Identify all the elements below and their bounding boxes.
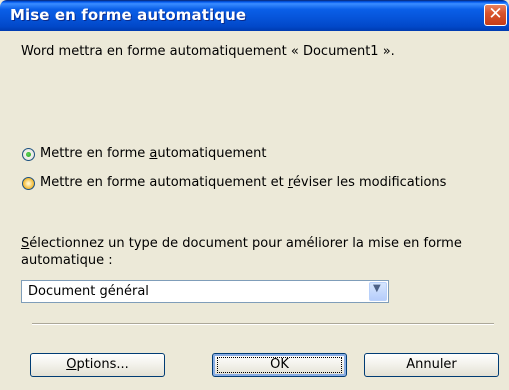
- ok-button-label: OK: [270, 357, 289, 372]
- radio-autoformat-label-post: utomatiquement: [157, 146, 267, 161]
- doc-type-selected-value: Document général: [28, 284, 149, 299]
- radio-review-label-pre: Mettre en forme automatiquement et: [40, 175, 288, 190]
- autoformat-dialog: Mise en forme automatique ✕ Word mettra …: [0, 0, 509, 390]
- options-button-label: Options...: [31, 357, 164, 372]
- doc-type-dropdown-button[interactable]: ▼: [369, 282, 387, 301]
- radio-autoformat[interactable]: [22, 148, 35, 161]
- close-icon: ✕: [488, 4, 503, 24]
- intro-text: Word mettra en forme automatiquement « D…: [21, 44, 395, 59]
- doc-type-prompt-line2: automatique :: [21, 253, 113, 268]
- cancel-button[interactable]: Annuler: [364, 353, 499, 377]
- radio-autoformat-label-pre: Mettre en forme: [40, 146, 150, 161]
- ok-button[interactable]: OK: [212, 353, 347, 377]
- options-button[interactable]: Options...: [30, 353, 165, 377]
- radio-autoformat-review-label[interactable]: Mettre en forme automatiquement et révis…: [40, 175, 446, 190]
- title-bar[interactable]: Mise en forme automatique ✕: [0, 0, 509, 31]
- cancel-button-label: Annuler: [406, 357, 457, 372]
- close-button[interactable]: ✕: [484, 4, 507, 26]
- doc-type-prompt-rest: électionnez un type de document pour amé…: [29, 236, 462, 251]
- options-accel: O: [66, 357, 77, 372]
- separator: [32, 323, 494, 325]
- window-title: Mise en forme automatique: [10, 6, 247, 24]
- doc-type-select[interactable]: Document général ▼: [21, 280, 389, 303]
- radio-autoformat-label[interactable]: Mettre en forme automatiquement: [40, 146, 267, 161]
- radio-review-label-post: éviser les modifications: [292, 175, 447, 190]
- radio-autoformat-review[interactable]: [22, 177, 35, 190]
- doc-type-prompt: Sélectionnez un type de document pour am…: [21, 236, 462, 251]
- chevron-down-icon: ▼: [373, 283, 381, 294]
- options-label-rest: ptions...: [76, 357, 129, 372]
